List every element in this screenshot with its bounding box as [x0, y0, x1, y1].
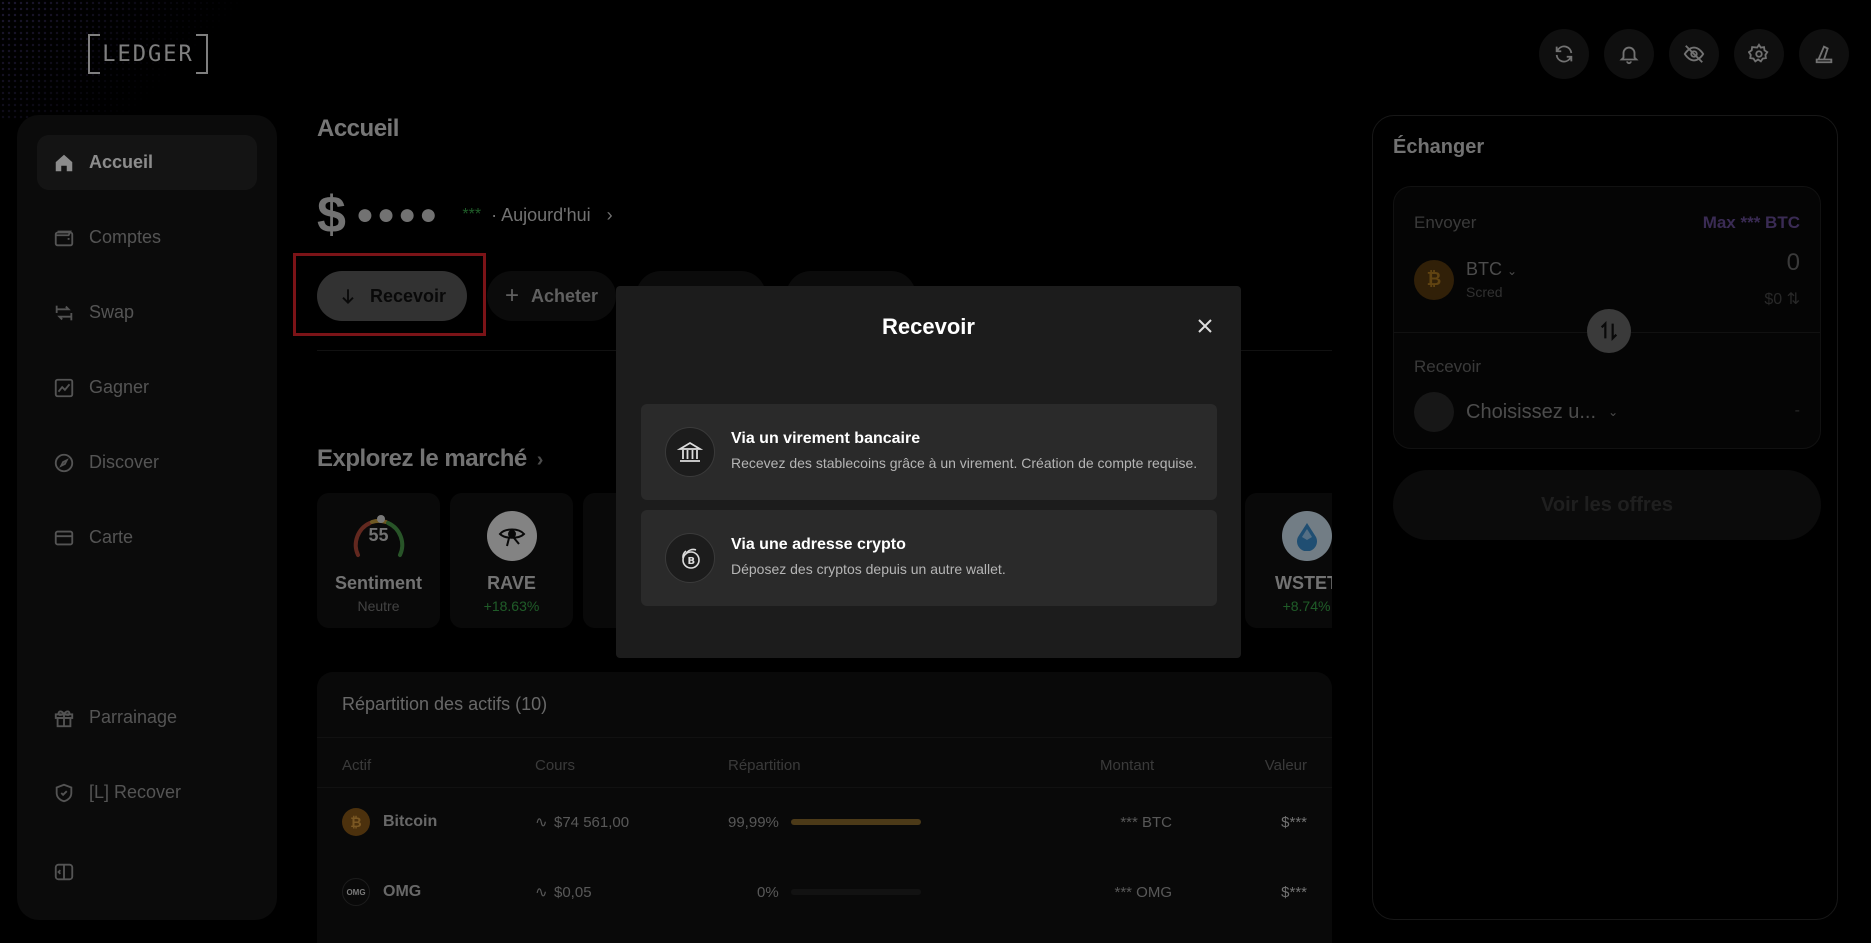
- modal-title: Recevoir: [882, 314, 975, 339]
- crypto-address-option[interactable]: B Via une adresse crypto Déposez des cry…: [641, 510, 1217, 606]
- coins-icon: B: [665, 533, 715, 583]
- option-description: Déposez des cryptos depuis un autre wall…: [731, 561, 1006, 577]
- bank-transfer-option[interactable]: Via un virement bancaire Recevez des sta…: [641, 404, 1217, 500]
- svg-text:B: B: [688, 556, 696, 567]
- close-icon[interactable]: [1195, 316, 1215, 336]
- bank-icon: [665, 427, 715, 477]
- option-title: Via un virement bancaire: [731, 430, 921, 447]
- receive-modal: Recevoir Via un virement bancaire Receve…: [616, 286, 1241, 658]
- option-title: Via une adresse crypto: [731, 536, 906, 553]
- option-description: Recevez des stablecoins grâce à un virem…: [731, 455, 1198, 471]
